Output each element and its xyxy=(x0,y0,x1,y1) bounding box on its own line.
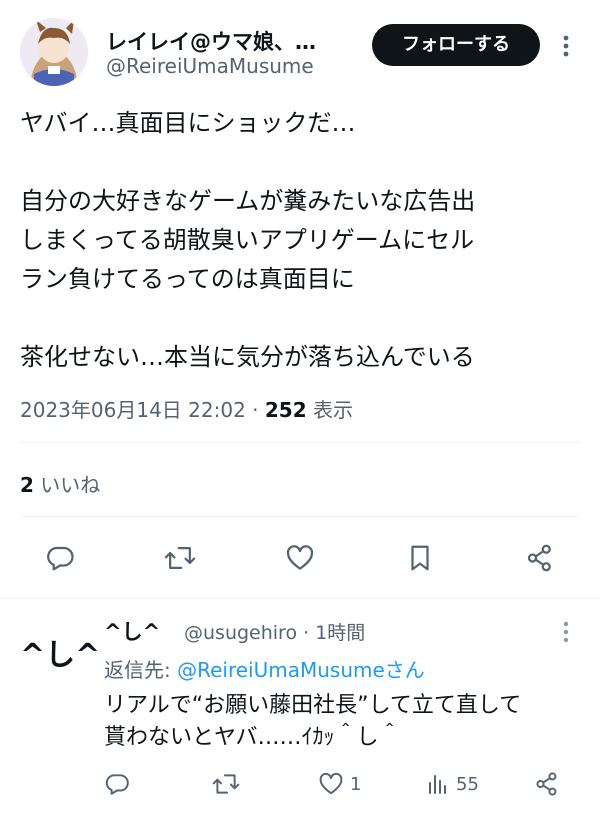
share-icon[interactable] xyxy=(534,764,560,804)
reply-to-link[interactable]: @ReireiUmaMusumeさん xyxy=(177,658,425,682)
more-icon[interactable] xyxy=(556,32,576,60)
tweet-line: しまくってる胡散臭いアプリゲームにセル xyxy=(20,226,475,254)
tweet-line: ラン負けてるってのは真面目に xyxy=(20,265,355,293)
tweet-header: レイレイ@ウマ娘、… @ReireiUmaMusume フォローする xyxy=(0,0,600,96)
follow-button[interactable]: フォローする xyxy=(372,24,540,66)
reply-to-prefix: 返信先: xyxy=(104,658,178,682)
divider xyxy=(20,516,580,517)
tweet-meta: 2023年06月14日 22:02 · 252 表示 xyxy=(20,394,353,423)
views-button[interactable]: 55 xyxy=(426,764,479,804)
reply-line: リアルで“お願い藤田社長”して立て直して xyxy=(104,693,522,718)
tweet-text: ヤバイ…真面目にショックだ… 自分の大好きなゲームが糞みたいな広告出 しまくって… xyxy=(20,104,580,377)
reply-handle-time[interactable]: @usugehiro · 1時間 xyxy=(184,618,365,645)
views-count: 252 xyxy=(264,398,307,422)
author-handle[interactable]: @ReireiUmaMusume xyxy=(106,54,314,78)
reply-text: リアルで“お願い藤田社長”して立て直して 貰わないとヤバ……ｲｶｯ＾し＾ xyxy=(104,690,521,754)
like-icon xyxy=(319,772,343,795)
author-avatar[interactable] xyxy=(20,18,88,86)
author-display-name[interactable]: レイレイ@ウマ娘、… xyxy=(106,26,316,56)
tweet-line: ヤバイ…真面目にショックだ… xyxy=(20,109,356,137)
reply-line: 貰わないとヤバ……ｲｶｯ＾し＾ xyxy=(104,725,401,750)
reply-to: 返信先: @ReireiUmaMusumeさん xyxy=(104,654,425,683)
views-icon xyxy=(429,775,446,794)
views-label: 表示 xyxy=(306,398,353,422)
divider xyxy=(0,598,600,599)
timestamp[interactable]: 2023年06月14日 22:02 · xyxy=(20,398,265,422)
reply-avatar[interactable]: ^し^ xyxy=(20,630,100,674)
likes-count: 2 xyxy=(20,473,34,497)
like-button[interactable]: 1 xyxy=(318,764,361,804)
reply-like-count: 1 xyxy=(350,773,362,795)
tweet-line: 茶化せない…本当に気分が落ち込んでいる xyxy=(20,343,475,371)
reply-actions: 1 55 xyxy=(100,764,580,804)
share-icon[interactable] xyxy=(518,536,562,580)
reply-icon[interactable] xyxy=(104,764,130,804)
more-icon[interactable] xyxy=(556,618,576,646)
divider xyxy=(20,442,580,443)
like-icon[interactable] xyxy=(278,536,322,580)
retweet-icon[interactable] xyxy=(212,764,240,804)
likes-stat[interactable]: 2 いいね xyxy=(20,469,100,498)
reply-display-name[interactable]: ^し^ xyxy=(104,616,160,646)
retweet-icon[interactable] xyxy=(158,536,202,580)
tweet-line: 自分の大好きなゲームが糞みたいな広告出 xyxy=(20,187,476,215)
reply-icon[interactable] xyxy=(38,536,82,580)
likes-label: いいね xyxy=(33,473,101,497)
tweet-actions xyxy=(0,536,600,580)
bookmark-icon[interactable] xyxy=(398,536,442,580)
reply-views-count: 55 xyxy=(456,773,479,795)
